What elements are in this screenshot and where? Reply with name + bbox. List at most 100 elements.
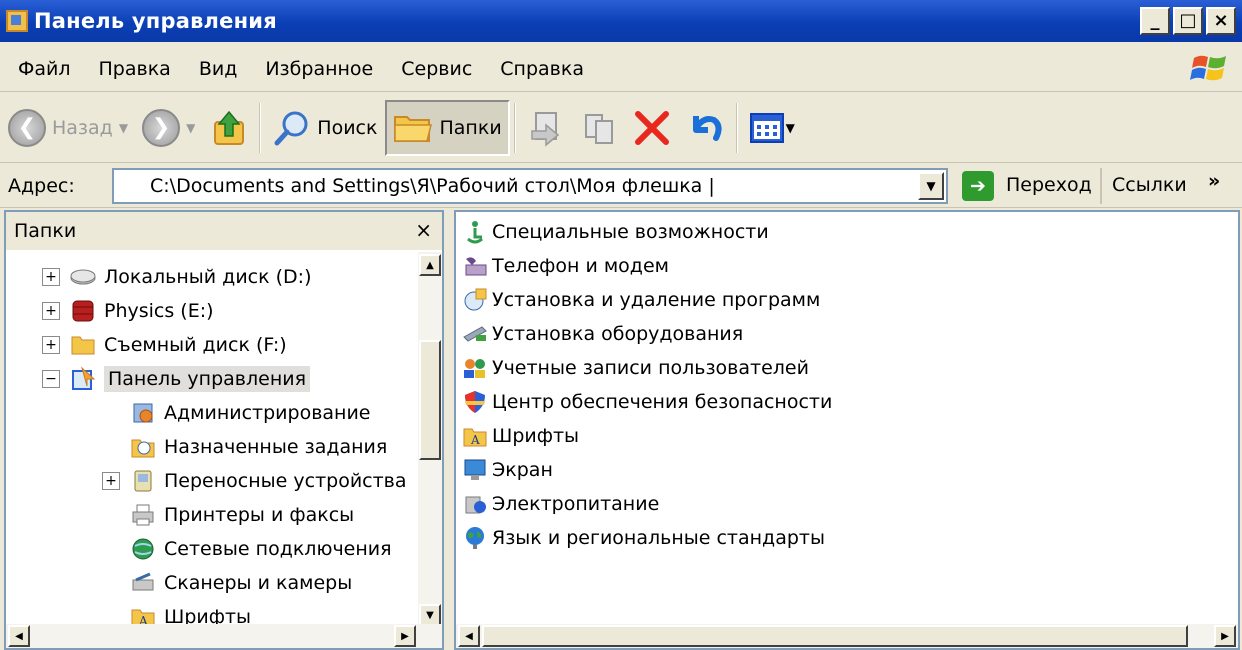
menu-tools[interactable]: Сервис [401, 58, 472, 80]
forward-button[interactable]: ❯ ▼ [136, 100, 201, 156]
links-button[interactable]: Ссылки [1112, 174, 1187, 196]
toolbar: ❮ Назад ▼ ❯ ▼ Поиск Папки ▼ [0, 93, 1242, 163]
tree-item[interactable]: Сетевые подключения [130, 532, 392, 566]
list-item[interactable]: Учетные записи пользователей [462, 352, 809, 384]
items-horizontal-scrollbar[interactable]: ◀ ▶ [456, 624, 1238, 648]
toolbar-separator [259, 102, 262, 153]
list-item[interactable]: A Шрифты [462, 420, 579, 452]
views-dropdown-icon[interactable]: ▼ [786, 121, 795, 135]
list-item-label: Учетные записи пользователей [492, 357, 809, 379]
scheduled-tasks-icon [131, 439, 155, 458]
maximize-button[interactable]: □ [1173, 7, 1203, 35]
expand-toggle[interactable]: + [42, 268, 60, 286]
list-item[interactable]: Экран [462, 454, 553, 486]
list-item[interactable]: Язык и региональные стандарты [462, 522, 825, 554]
expand-toggle[interactable]: + [42, 302, 60, 320]
scroll-left-icon[interactable]: ◀ [458, 625, 480, 647]
address-bar: Адрес: C:\Documents and Settings\Я\Рабоч… [0, 164, 1242, 208]
list-item[interactable]: Специальные возможности [462, 216, 769, 248]
delete-button[interactable] [626, 100, 678, 156]
expand-toggle[interactable]: + [42, 336, 60, 354]
go-button[interactable]: Переход [1006, 174, 1092, 196]
tree-item[interactable]: + Physics (E:) [42, 294, 214, 328]
tree-item-label: Администрирование [164, 402, 371, 424]
address-label: Адрес: [8, 174, 75, 197]
search-button[interactable]: Поиск [267, 100, 383, 156]
forward-dropdown-icon[interactable]: ▼ [186, 121, 195, 135]
user-accounts-icon [464, 359, 485, 378]
delete-icon [634, 110, 669, 145]
undo-button[interactable] [680, 100, 732, 156]
back-button[interactable]: ❮ Назад ▼ [2, 100, 134, 156]
tree-item[interactable]: Администрирование [130, 396, 371, 430]
add-remove-programs-icon [464, 288, 487, 311]
menu-view[interactable]: Вид [199, 58, 238, 80]
tree-item[interactable]: Назначенные задания [130, 430, 387, 464]
list-item-label: Центр обеспечения безопасности [492, 391, 833, 413]
menu-help[interactable]: Справка [500, 58, 584, 80]
tree-item[interactable]: + Переносные устройства [102, 464, 407, 498]
printer-icon [132, 504, 154, 526]
tree-item[interactable]: + Локальный диск (D:) [42, 260, 312, 294]
copy-to-button[interactable] [574, 100, 624, 156]
scanner-icon [132, 572, 154, 591]
portable-devices-icon [134, 470, 152, 492]
tree-item-label: Переносные устройства [164, 470, 407, 492]
regional-settings-icon [466, 527, 484, 549]
tree-item-control-panel[interactable]: − Панель управления [42, 362, 311, 396]
list-item[interactable]: Установка оборудования [462, 318, 743, 350]
disk-icon [70, 269, 96, 285]
list-item-label: Установка и удаление программ [492, 289, 821, 311]
scroll-up-icon[interactable]: ▲ [419, 254, 441, 276]
move-to-button[interactable] [522, 100, 572, 156]
folder-icon [71, 336, 95, 355]
title-bar[interactable]: Панель управления _ □ × [0, 0, 1242, 42]
links-separator [1100, 168, 1102, 204]
tree-item[interactable]: Сканеры и камеры [130, 566, 352, 600]
explorer-window: Панель управления _ □ × Файл Правка Вид … [0, 0, 1242, 650]
folder-tree: + Локальный диск (D:) + Physics (E:) + С… [6, 252, 416, 628]
folders-horizontal-scrollbar[interactable]: ◀ ▶ [6, 624, 442, 648]
copy-to-icon [584, 113, 613, 144]
minimize-button[interactable]: _ [1140, 7, 1170, 35]
list-item-label: Экран [492, 459, 553, 481]
collapse-toggle[interactable]: − [42, 370, 60, 388]
back-dropdown-icon[interactable]: ▼ [119, 121, 128, 135]
control-panel-items: Специальные возможности Телефон и модем … [454, 210, 1240, 650]
physics-drive-icon [72, 300, 94, 322]
go-arrow-icon[interactable]: ➔ [962, 171, 994, 201]
search-icon [274, 111, 308, 145]
control-panel-icon [6, 10, 28, 32]
scroll-right-icon[interactable]: ▶ [394, 625, 416, 647]
close-button[interactable]: × [1206, 7, 1236, 35]
svg-text:A: A [470, 433, 480, 447]
address-dropdown-icon[interactable]: ▼ [918, 172, 944, 200]
links-chevron-icon[interactable]: » [1208, 170, 1220, 192]
tree-item[interactable]: + Съемный диск (F:) [42, 328, 287, 362]
expand-toggle[interactable]: + [102, 472, 120, 490]
address-input[interactable]: C:\Documents and Settings\Я\Рабочий стол… [112, 168, 948, 204]
folders-pane-title: Папки [14, 220, 77, 242]
back-arrow-icon: ❮ [8, 108, 46, 147]
list-item[interactable]: Центр обеспечения безопасности [462, 386, 832, 418]
folders-pane-close-button[interactable]: × [415, 218, 432, 242]
scroll-down-icon[interactable]: ▼ [419, 604, 441, 626]
scroll-thumb[interactable] [482, 625, 1188, 647]
folders-vertical-scrollbar[interactable]: ▲ ▼ [418, 252, 442, 628]
menu-edit[interactable]: Правка [99, 58, 171, 80]
up-button[interactable] [203, 100, 255, 156]
scroll-left-icon[interactable]: ◀ [8, 625, 30, 647]
scroll-right-icon[interactable]: ▶ [1214, 625, 1236, 647]
list-item[interactable]: Установка и удаление программ [462, 284, 820, 316]
list-item[interactable]: Телефон и модем [462, 250, 669, 282]
folders-button[interactable]: Папки [385, 99, 510, 156]
list-item-label: Установка оборудования [492, 323, 744, 345]
network-icon [132, 538, 154, 560]
tree-item[interactable]: Принтеры и факсы [130, 498, 354, 532]
list-item[interactable]: Электропитание [462, 488, 659, 520]
views-button[interactable]: ▼ [744, 100, 801, 156]
menu-favorites[interactable]: Избранное [265, 58, 373, 80]
folder-up-icon [214, 110, 245, 145]
menu-file[interactable]: Файл [18, 58, 71, 80]
scroll-thumb[interactable] [419, 340, 441, 460]
